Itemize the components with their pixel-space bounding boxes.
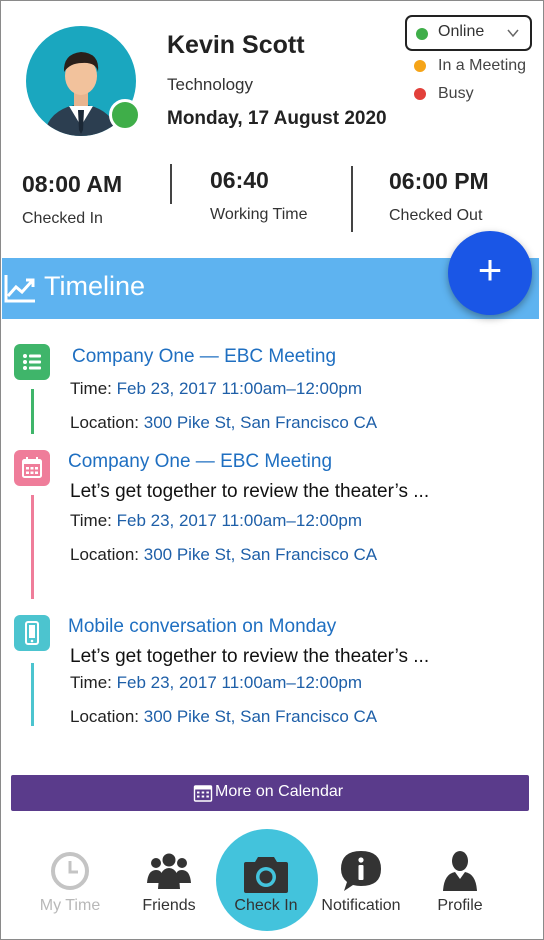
timeline-entry-time: Time: Feb 23, 2017 11:00am–12:00pm [70, 673, 363, 692]
checked-in-block: 08:00 AM Checked In [22, 171, 122, 228]
trend-chart-icon [4, 275, 35, 303]
friends-icon [147, 853, 191, 889]
more-on-calendar-button[interactable]: More on Calendar [11, 775, 529, 811]
more-on-calendar-label: More on Calendar [215, 783, 344, 800]
status-option-label: Busy [438, 85, 474, 102]
current-date: Monday, 17 August 2020 [167, 108, 387, 129]
online-status-dot [109, 99, 141, 131]
camera-icon [244, 857, 288, 893]
nav-label: Friends [142, 897, 196, 914]
list-icon [14, 344, 50, 380]
timeline-connector [31, 389, 34, 434]
timeline-title: Timeline [44, 271, 146, 301]
nav-friends[interactable]: Friends [119, 841, 219, 931]
checked-out-time: 06:00 PM [389, 168, 489, 194]
user-department: Technology [167, 75, 254, 94]
status-option-label: In a Meeting [438, 57, 527, 74]
timeline-entry-title[interactable]: Mobile conversation on Monday [68, 616, 336, 638]
timeline-entry-title[interactable]: Company One — EBC Meeting [68, 451, 332, 473]
timeline-connector [31, 495, 34, 599]
nav-label: Notification [321, 897, 401, 914]
status-dropdown[interactable]: Online [405, 15, 532, 51]
nav-notification[interactable]: Notification [311, 841, 411, 931]
checked-in-label: Checked In [22, 210, 103, 227]
add-button[interactable]: + [448, 231, 532, 315]
nav-label: Check In [234, 897, 298, 914]
working-time-label: Working Time [210, 206, 308, 223]
busy-dot-icon [414, 88, 426, 100]
timeline-connector [31, 663, 34, 726]
working-time-value: 06:40 [210, 167, 269, 193]
info-icon [341, 851, 381, 891]
nav-profile[interactable]: Profile [410, 841, 510, 931]
divider [170, 164, 172, 204]
status-selected-label: Online [438, 23, 485, 40]
nav-label: My Time [39, 897, 101, 914]
timeline-entry-time: Time: Feb 23, 2017 11:00am–12:00pm [70, 511, 363, 530]
mobile-icon [14, 615, 50, 651]
divider [351, 166, 353, 232]
profile-icon [443, 851, 477, 891]
timeline-entry-time: Time: Feb 23, 2017 11:00am–12:00pm [70, 379, 363, 398]
working-time-block: 06:40 Working Time [210, 167, 308, 224]
nav-label: Profile [437, 897, 483, 914]
timeline-entry-title[interactable]: Company One — EBC Meeting [72, 346, 336, 368]
timeline-entry-location: Location: 300 Pike St, San Francisco CA [70, 545, 378, 564]
checked-in-time: 08:00 AM [22, 171, 123, 197]
timeline-entry-description: Let’s get together to review the theater… [70, 646, 430, 667]
calendar-icon [193, 785, 213, 802]
clock-icon [51, 852, 89, 890]
meeting-dot-icon [414, 60, 426, 72]
calendar-icon [14, 450, 50, 486]
online-dot-icon [416, 28, 428, 40]
nav-my-time[interactable]: My Time [20, 841, 120, 931]
timeline-entry-location: Location: 300 Pike St, San Francisco CA [70, 707, 378, 726]
checked-out-block: 06:00 PM Checked Out [389, 168, 489, 225]
timeline-entry-location: Location: 300 Pike St, San Francisco CA [70, 413, 378, 432]
nav-check-in[interactable]: Check In [216, 841, 316, 931]
plus-icon: + [477, 246, 503, 293]
app-frame: Kevin Scott Technology Monday, 17 August… [0, 0, 544, 940]
chevron-down-icon [507, 29, 519, 38]
checked-out-label: Checked Out [389, 207, 483, 224]
timeline-entry-description: Let’s get together to review the theater… [70, 481, 430, 502]
user-name: Kevin Scott [167, 31, 305, 59]
